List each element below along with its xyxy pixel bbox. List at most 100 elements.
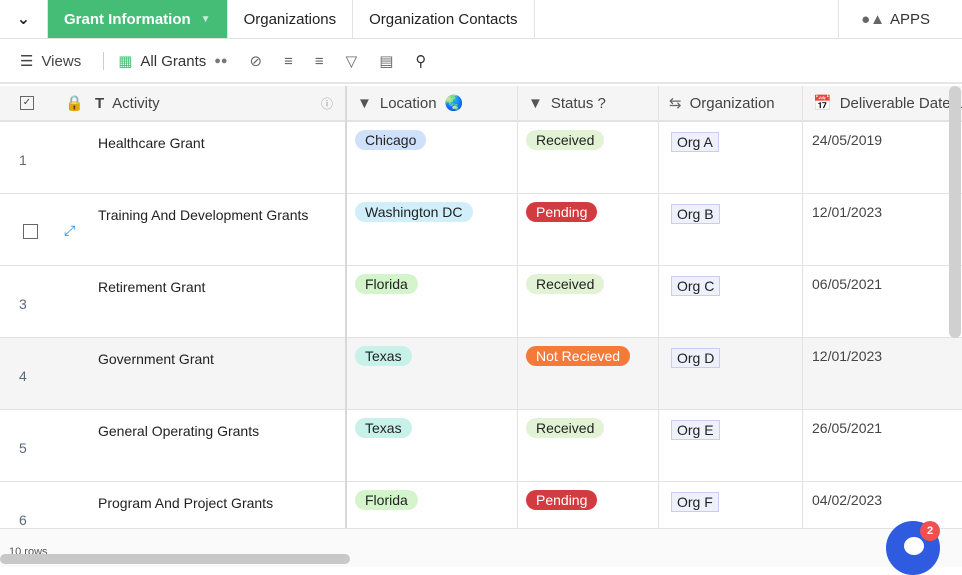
organization-link[interactable]: Org B [671,204,720,224]
grid-icon: ▦ [118,53,133,70]
activity-text: Retirement Grant [98,279,206,295]
column-activity[interactable]: T Activity ⓘ [85,86,345,120]
cell-deliverable-date[interactable]: 12/01/2023 [803,194,962,265]
cell-status[interactable]: Pending [518,194,659,265]
collaborators-icon: ●● [214,55,228,67]
status-tag: Not Recieved [526,346,631,366]
organization-link[interactable]: Org A [671,132,719,152]
views-button[interactable]: ☰ Views [20,52,82,71]
cell-organization[interactable]: Org C [659,266,803,337]
column-label: Location [379,94,437,112]
row-height-button[interactable]: ▤ [379,52,393,70]
frozen-column-divider[interactable] [345,86,347,567]
tables-menu-button[interactable]: ⌄ [0,0,48,38]
cell-activity[interactable]: 3 Retirement Grant [0,266,345,337]
filter-icon: ▽ [345,53,358,70]
table-row[interactable]: ⤢ Training And Development Grants Washing… [0,194,962,266]
view-name: All Grants [140,52,207,70]
date-value: 26/05/2021 [812,420,883,436]
cell-organization[interactable]: Org B [659,194,803,265]
sliders-icon: ≡ [284,52,293,70]
view-selector[interactable]: ▦ All Grants ●● [118,52,228,71]
location-tag: Washington DC [355,202,473,222]
activity-text: Healthcare Grant [98,135,205,151]
cell-organization[interactable]: Org A [659,122,803,193]
cell-status[interactable]: Received [518,266,659,337]
column-organization[interactable]: ⇆ Organization [659,86,803,120]
table-row[interactable]: 4 Government Grant Texas Not Recieved Org… [0,338,962,410]
table-row[interactable]: 3 Retirement Grant Florida Received Org C… [0,266,962,338]
date-value: 04/02/2023 [812,492,883,508]
horizontal-scrollbar[interactable] [0,554,350,564]
status-tag: Pending [526,490,598,510]
organization-link[interactable]: Org E [671,420,720,440]
notification-badge: 2 [920,521,940,541]
table-row[interactable]: 1 Healthcare Grant Chicago Received Org A… [0,122,962,194]
filter-settings-button[interactable]: ≡ [284,53,293,70]
date-value: 24/05/2019 [812,132,883,148]
cell-activity[interactable]: 5 General Operating Grants [0,410,345,481]
organization-link[interactable]: Org C [671,276,721,296]
tab-organizations[interactable]: Organizations [228,0,354,38]
activity-text: Training And Development Grants [98,207,309,223]
status-tag: Pending [526,202,598,222]
eye-off-icon: ⊘ [249,53,263,70]
cell-location[interactable]: Texas [347,410,518,481]
column-location[interactable]: ▼ Location 🌏 [347,86,518,120]
cell-activity[interactable]: ⤢ Training And Development Grants [0,194,345,265]
cell-deliverable-date[interactable]: 26/05/2021 [803,410,962,481]
row-height-icon: ▤ [379,53,394,70]
sliders-icon: ≡ [314,52,324,70]
sort-button[interactable]: ▽ [346,52,358,70]
text-field-icon: T [95,94,105,112]
date-value: 12/01/2023 [812,204,883,220]
table-row[interactable]: 5 General Operating Grants Texas Received… [0,410,962,482]
select-all-checkbox[interactable]: ✓ [0,86,55,120]
location-tag: Florida [355,490,418,510]
status-tag: Received [526,130,605,150]
cell-deliverable-date[interactable]: 12/01/2023 [803,338,962,409]
cell-deliverable-date[interactable]: 24/05/2019 [803,122,962,193]
single-select-icon: ▼ [357,94,372,112]
organization-link[interactable]: Org F [671,492,719,512]
vertical-scrollbar[interactable] [949,86,961,338]
apps-label: APPS [889,10,930,28]
cell-organization[interactable]: Org D [659,338,803,409]
chat-icon [904,537,924,555]
hide-fields-button[interactable]: ⊘ [250,52,263,70]
tab-grant-information[interactable]: Grant Information ▼ [48,0,228,38]
cell-status[interactable]: Not Recieved [518,338,659,409]
cell-location[interactable]: Florida [347,266,518,337]
chevron-down-icon: ⌄ [16,11,31,28]
organization-link[interactable]: Org D [671,348,721,368]
menu-icon: ☰ [20,53,34,70]
info-icon: ⓘ [320,96,333,111]
column-deliverable-date[interactable]: 📅 Deliverable Date 1 [803,86,962,120]
cell-deliverable-date[interactable]: 06/05/2021 [803,266,962,337]
status-tag: Received [526,418,605,438]
expand-row-icon[interactable]: ⤢ [64,222,75,239]
cell-location[interactable]: Chicago [347,122,518,193]
footer: 10 rows [0,528,962,567]
row-number: 3 [19,296,27,312]
cell-organization[interactable]: Org E [659,410,803,481]
cell-activity[interactable]: 4 Government Grant [0,338,345,409]
location-tag: Texas [355,346,412,366]
column-status[interactable]: ▼ Status ? [518,86,659,120]
cell-location[interactable]: Texas [347,338,518,409]
group-button[interactable]: ≡ [315,53,324,70]
search-icon: ⚲ [415,53,427,70]
cell-location[interactable]: Washington DC [347,194,518,265]
checkbox-icon: ✓ [20,96,34,110]
caret-down-icon: ▼ [200,13,211,25]
cell-status[interactable]: Received [518,410,659,481]
location-tag: Texas [355,418,412,438]
cell-activity[interactable]: 1 Healthcare Grant [0,122,345,193]
tab-organization-contacts[interactable]: Organization Contacts [353,0,535,38]
cell-status[interactable]: Received [518,122,659,193]
row-checkbox[interactable] [23,224,38,239]
search-button[interactable]: ⚲ [415,52,426,70]
apps-button[interactable]: ●▲ APPS [838,0,952,38]
location-tag: Florida [355,274,418,294]
views-label: Views [41,52,82,70]
